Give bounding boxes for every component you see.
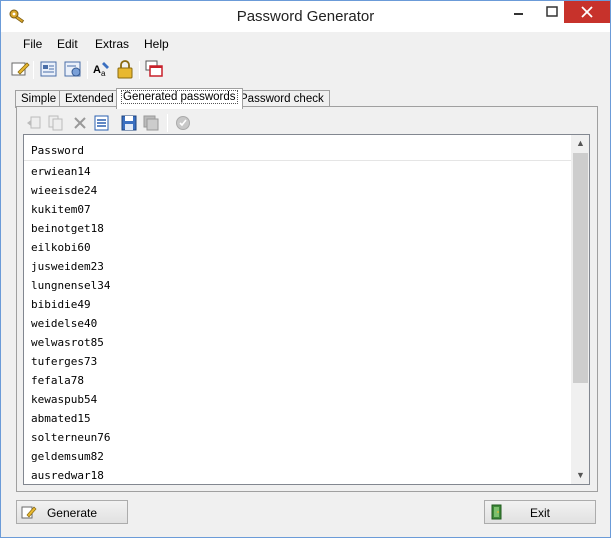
list-item[interactable]: tuferges73 (24, 351, 571, 370)
list-item[interactable]: weidelse40 (24, 313, 571, 332)
svg-text:a: a (101, 69, 106, 78)
copy-icon[interactable] (47, 114, 65, 132)
minimize-button[interactable] (501, 1, 535, 23)
import-icon[interactable] (62, 58, 84, 80)
generated-passwords-panel: Password erwiean14 wieeisde24 kukitem07 bei… (16, 106, 598, 492)
check-icon[interactable] (174, 114, 192, 132)
tab-label: Generated passwords (121, 90, 238, 104)
save-all-icon[interactable] (142, 114, 160, 132)
toolbar-separator (33, 61, 34, 79)
minimize-icon (514, 13, 523, 15)
delete-icon[interactable] (71, 114, 89, 132)
list-item[interactable]: welwasrot85 (24, 332, 571, 351)
lock-icon[interactable] (114, 58, 136, 80)
scroll-down-icon[interactable]: ▼ (572, 467, 589, 484)
tab-label: Password check (240, 93, 324, 105)
tab-label: Extended (65, 93, 114, 105)
list-item[interactable]: abmated15 (24, 408, 571, 427)
list-item[interactable]: ausredwar18 (24, 465, 571, 484)
list-item[interactable]: solterneun76 (24, 427, 571, 446)
list-item[interactable]: kewaspub54 (24, 389, 571, 408)
scroll-up-icon[interactable]: ▲ (572, 135, 589, 152)
windows-icon[interactable] (143, 58, 165, 80)
app-window: Password Generator File Edit Extras Help (0, 0, 611, 538)
list-item[interactable]: bibidie49 (24, 294, 571, 313)
menu-extras[interactable]: Extras (95, 37, 129, 51)
toolbar-separator (167, 114, 168, 132)
list-item[interactable]: erwiean14 (24, 161, 571, 180)
list-item[interactable]: beinotget18 (24, 218, 571, 237)
tab-generated-passwords[interactable]: Generated passwords (116, 88, 243, 109)
insert-icon[interactable] (25, 114, 43, 132)
toolbar-separator (87, 61, 88, 79)
list-item[interactable]: lungnensel34 (24, 275, 571, 294)
exit-label: Exit (529, 506, 550, 520)
password-rows: erwiean14 wieeisde24 kukitem07 beinotget18 e… (24, 161, 571, 484)
menu-edit[interactable]: Edit (57, 37, 78, 51)
close-button[interactable] (564, 1, 610, 23)
new-profile-icon[interactable] (9, 58, 31, 80)
exit-button[interactable]: Exit (484, 500, 596, 524)
list-item[interactable]: wieeisde24 (24, 180, 571, 199)
generate-label: Generate (46, 506, 98, 520)
list-item[interactable]: eilkobi60 (24, 237, 571, 256)
list-item[interactable]: jusweidem23 (24, 256, 571, 275)
list-item[interactable]: kukitem07 (24, 199, 571, 218)
svg-text:A: A (93, 64, 101, 76)
menu-help[interactable]: Help (144, 37, 169, 51)
toolbar-separator (139, 61, 140, 79)
scroll-thumb[interactable] (573, 153, 588, 383)
vertical-scrollbar[interactable]: ▲ ▼ (571, 135, 589, 484)
password-list[interactable]: Password erwiean14 wieeisde24 kukitem07 bei… (23, 134, 590, 485)
list-item[interactable]: geldemsum82 (24, 446, 571, 465)
menu-file[interactable]: File (23, 37, 42, 51)
tab-label: Simple (21, 93, 57, 105)
save-icon[interactable] (120, 114, 138, 132)
close-icon (581, 6, 593, 18)
list-icon[interactable] (93, 114, 111, 132)
font-icon[interactable]: A a (91, 58, 113, 80)
menu-bar: File Edit Extras Help (1, 32, 610, 54)
column-header-password[interactable]: Password (24, 135, 571, 161)
export-icon[interactable] (38, 58, 60, 80)
title-bar[interactable]: Password Generator (1, 1, 610, 32)
generate-button[interactable]: Generate (16, 500, 128, 524)
main-toolbar: A a (1, 55, 610, 83)
list-item[interactable]: fefala78 (24, 370, 571, 389)
